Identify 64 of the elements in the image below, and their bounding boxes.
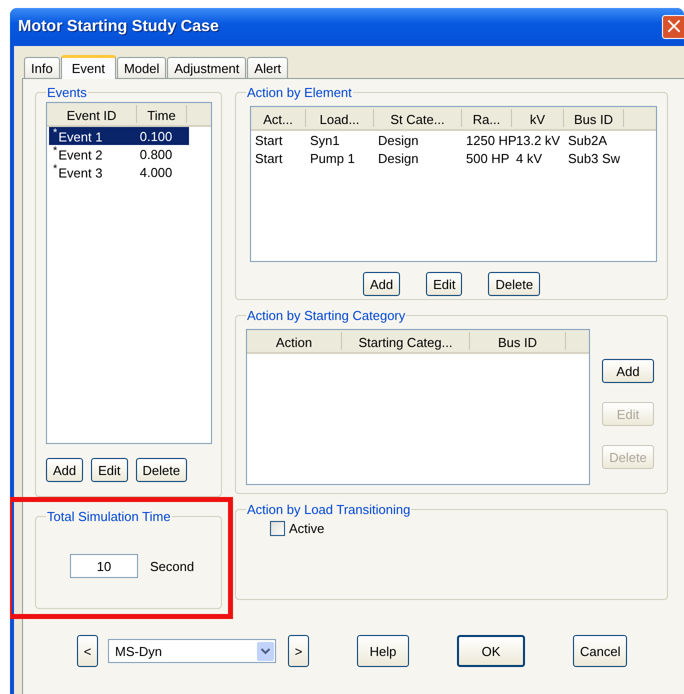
table-cell-text: Start: [254, 150, 284, 166]
checkbox[interactable]: [270, 521, 285, 536]
group-title: Total Simulation Time: [46, 509, 172, 524]
table-cell-text: Sub3 Sw: [567, 150, 622, 166]
event-id: Event 3: [58, 166, 102, 181]
event-id: Event 1: [58, 130, 102, 145]
dialog-button[interactable]: Add: [362, 272, 400, 296]
dialog-button[interactable]: Delete: [136, 458, 188, 482]
dialog-button[interactable]: OK: [457, 635, 525, 667]
table-cell-text: 4 kV: [515, 150, 544, 166]
previous-button[interactable]: <: [77, 635, 98, 667]
table-cell-text: Start: [254, 132, 284, 148]
group-title: Action by Load Transitioning: [246, 502, 412, 517]
dialog-button[interactable]: Edit: [91, 458, 128, 482]
table-cell-text: 13.2 kV: [516, 132, 562, 148]
column-header[interactable]: Action: [247, 332, 342, 350]
column-header[interactable]: Starting Categ...: [342, 332, 470, 350]
table-cell-text: Pump 1: [309, 150, 356, 166]
event-row[interactable]: $^{*}$Event 3 4.000: [49, 163, 189, 181]
dialog-button[interactable]: Edit: [426, 272, 462, 296]
tab[interactable]: Adjustment: [167, 57, 246, 78]
tab[interactable]: Info: [24, 57, 60, 78]
study-case-dropdown[interactable]: MS-Dyn: [108, 639, 276, 663]
unit-label: Second: [150, 558, 194, 574]
event-row[interactable]: $^{*}$Event 1 0.100: [49, 127, 189, 145]
tab[interactable]: Alert: [247, 57, 288, 78]
dialog-button[interactable]: Help: [357, 635, 409, 667]
event-time: 0.800: [138, 146, 174, 162]
group-title: Action by Element: [246, 85, 353, 100]
group-title: Action by Starting Category: [246, 308, 406, 323]
tab[interactable]: Event: [60, 55, 116, 79]
event-time: 4.000: [138, 164, 174, 180]
tab[interactable]: Model: [116, 57, 166, 78]
event-row[interactable]: $^{*}$Event 2 0.800: [49, 145, 189, 163]
dialog-button[interactable]: Add: [602, 359, 654, 383]
column-header[interactable]: Load...: [306, 109, 374, 127]
modified-marker: *: [53, 127, 58, 140]
column-header[interactable]: Bus ID: [564, 109, 624, 127]
table-cell-text: Sub2A: [567, 132, 608, 148]
group-title: Events: [46, 85, 88, 100]
column-header[interactable]: Event ID: [47, 105, 137, 123]
event-id: Event 2: [58, 148, 102, 163]
modified-marker: *: [53, 163, 58, 176]
dropdown-value: MS-Dyn: [115, 644, 162, 658]
column-header[interactable]: St Cate...: [374, 109, 462, 127]
column-header[interactable]: Ra...: [462, 109, 512, 127]
table-cell-text: Design: [377, 132, 420, 148]
modified-marker: *: [53, 145, 58, 158]
column-header[interactable]: Act...: [251, 109, 306, 127]
dialog-button[interactable]: Cancel: [573, 635, 628, 667]
time-input[interactable]: 10: [70, 554, 138, 578]
table-cell-text: 500 HP: [465, 150, 510, 166]
close-button[interactable]: ×: [662, 15, 684, 39]
table-cell-text: Design: [377, 150, 420, 166]
dialog-button[interactable]: Add: [46, 458, 84, 482]
column-header[interactable]: Time: [137, 105, 187, 123]
column-header[interactable]: kV: [512, 109, 564, 127]
column-header[interactable]: Bus ID: [470, 332, 566, 350]
next-button[interactable]: >: [288, 635, 309, 667]
window-title: Motor Starting Study Case: [18, 18, 219, 36]
event-time: 0.100: [138, 128, 174, 144]
checkbox-label: Active: [289, 521, 324, 536]
table-cell-text: Syn1: [309, 132, 341, 148]
dialog-button[interactable]: Delete: [488, 272, 540, 296]
